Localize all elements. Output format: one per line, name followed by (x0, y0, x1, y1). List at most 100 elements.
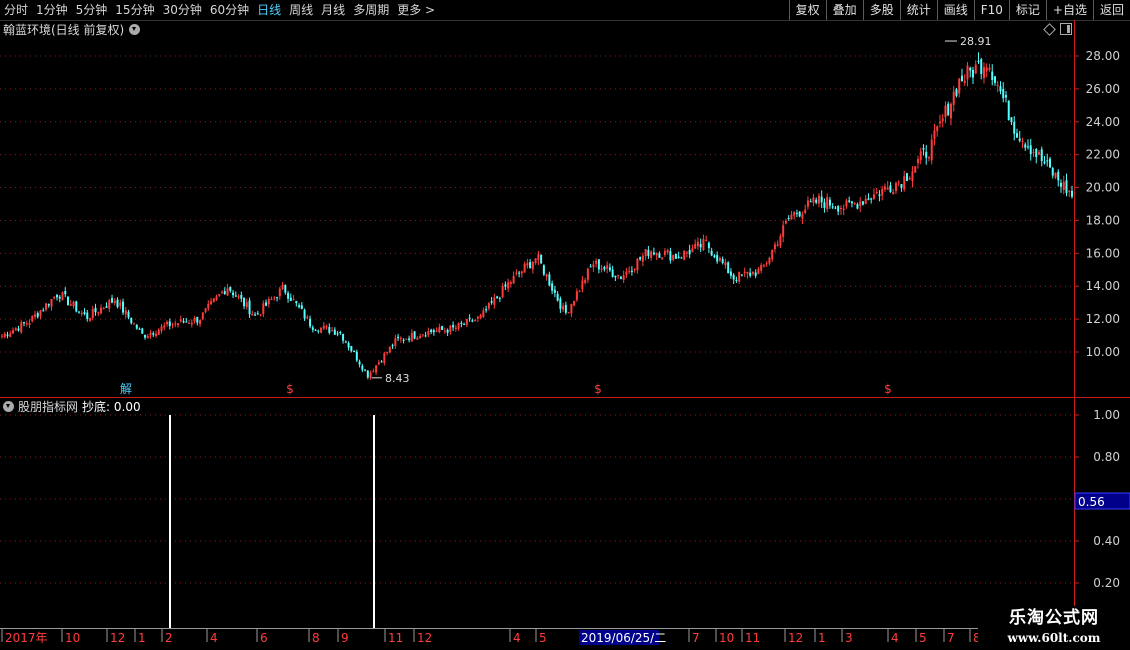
candle-body (586, 268, 589, 280)
candle-body (655, 252, 658, 256)
candle-body (853, 203, 856, 205)
candle-body (804, 209, 807, 213)
candle-body (515, 272, 518, 274)
candle-body (12, 330, 15, 334)
candle-body (534, 258, 537, 264)
candle-body (578, 290, 581, 292)
candle-body (707, 242, 710, 249)
candle-body (454, 327, 457, 329)
candle-body (828, 199, 831, 206)
candle-body (674, 253, 677, 259)
candle-body (1021, 140, 1024, 142)
candle-body (1065, 180, 1068, 193)
candle-body (72, 301, 75, 307)
indicator-tick-label: 0.40 (1093, 534, 1120, 548)
candle-body (377, 362, 380, 365)
candle-body (353, 351, 356, 353)
candle-body (56, 294, 59, 298)
candle-body (135, 324, 138, 329)
candle-body (589, 266, 592, 268)
candle-body (215, 296, 218, 300)
candle-body (889, 185, 892, 193)
candle-body (551, 283, 554, 291)
candle-body (289, 297, 292, 301)
candle-body (564, 304, 567, 313)
candle-body (966, 65, 969, 80)
candle-body (3, 333, 6, 338)
candle-body (548, 274, 551, 286)
candle-body (298, 305, 301, 308)
candle-body (795, 212, 798, 214)
indicator-header: 股朋指标网 抄底: 0.00 (0, 398, 141, 414)
candle-body (122, 301, 125, 313)
candle-body (248, 300, 251, 315)
candle-body (1048, 158, 1051, 168)
date-tick-label: 12 (110, 631, 125, 645)
candle-body (1035, 149, 1038, 158)
unlock-marker: 解 (120, 382, 132, 396)
candle-body (581, 280, 584, 290)
candle-body (232, 292, 235, 296)
candle-body (680, 257, 683, 259)
candle-body (1002, 88, 1005, 99)
candle-body (408, 338, 411, 341)
candle-body (223, 291, 226, 294)
price-tick-label: 20.00 (1086, 181, 1120, 195)
high-price-label: 28.91 (960, 35, 992, 48)
candle-body (460, 322, 463, 324)
candle-body (383, 353, 386, 363)
candle-body (628, 271, 631, 273)
candle-body (930, 139, 933, 161)
price-tick-label: 10.00 (1086, 345, 1120, 359)
candle-body (127, 311, 130, 318)
candle-body (435, 330, 438, 332)
candle-body (490, 301, 493, 303)
candle-body (974, 64, 977, 74)
candle-body (75, 301, 78, 312)
candle-body (908, 177, 911, 180)
candle-body (218, 294, 221, 296)
candle-body (303, 309, 306, 319)
date-tick-label: 12 (788, 631, 803, 645)
price-tick-label: 16.00 (1086, 246, 1120, 260)
candle-body (69, 304, 72, 306)
candle-body (897, 182, 900, 184)
price-tick-label: 28.00 (1086, 49, 1120, 63)
candle-body (509, 282, 512, 284)
candle-body (647, 250, 650, 256)
candle-body (1068, 190, 1071, 192)
candle-body (870, 198, 873, 200)
candle-body (523, 263, 526, 273)
candle-body (446, 329, 449, 333)
chevron-down-icon[interactable] (3, 400, 14, 412)
candle-body (540, 254, 543, 264)
candle-body (575, 291, 578, 300)
candle-body (465, 319, 468, 325)
candle-body (771, 249, 774, 260)
candle-body (45, 303, 48, 310)
candle-body (240, 294, 243, 299)
candle-body (1013, 121, 1016, 134)
candle-body (317, 330, 320, 332)
candle-body (23, 321, 26, 324)
candle-body (916, 159, 919, 163)
candle-body (108, 300, 111, 309)
candle-body (119, 302, 122, 306)
candle-body (936, 126, 939, 132)
candle-body (199, 320, 202, 325)
candle-body (397, 336, 400, 339)
candle-body (146, 335, 149, 339)
candle-body (584, 280, 587, 283)
candle-body (757, 268, 760, 274)
candle-body (1051, 168, 1054, 176)
candle-body (614, 275, 617, 278)
candle-body (608, 267, 611, 271)
indicator-title: 股朋指标网 (18, 399, 79, 414)
candle-body (677, 256, 680, 259)
candle-body (760, 264, 763, 271)
stock-chart-canvas[interactable]: 10.00 12.00 14.00 16.00 18.00 20.00 22.00 24.00… (0, 0, 1130, 650)
candle-body (1046, 160, 1049, 162)
candle-body (784, 220, 787, 224)
candle-body (61, 292, 64, 301)
candle-body (776, 244, 779, 246)
